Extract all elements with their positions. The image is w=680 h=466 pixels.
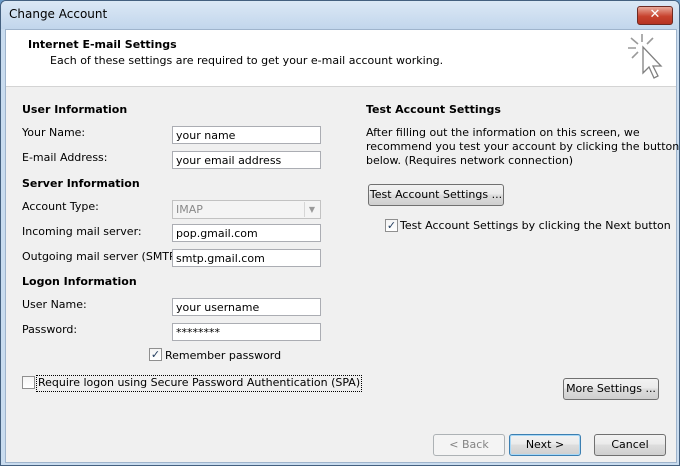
user-name-label: User Name:	[22, 298, 87, 311]
more-settings-button[interactable]: More Settings ...	[563, 378, 659, 400]
close-button[interactable]: ✕	[637, 6, 673, 25]
user-info-heading: User Information	[22, 103, 128, 116]
password-input[interactable]: ********	[172, 323, 321, 341]
email-address-label: E-mail Address:	[22, 151, 108, 164]
email-address-input[interactable]: your email address	[172, 151, 321, 169]
cursor-click-icon	[628, 34, 663, 79]
cancel-button[interactable]: Cancel	[594, 434, 666, 456]
window-title: Change Account	[9, 7, 108, 21]
change-account-window: Change Account ✕ Internet E-mail Setting…	[0, 0, 680, 466]
server-info-heading: Server Information	[22, 177, 140, 190]
test-settings-heading: Test Account Settings	[366, 103, 501, 116]
password-label: Password:	[22, 323, 78, 336]
header-subtitle: Each of these settings are required to g…	[50, 54, 444, 67]
account-type-label: Account Type:	[22, 200, 99, 213]
incoming-server-input[interactable]: pop.gmail.com	[172, 224, 321, 242]
test-account-settings-button[interactable]: Test Account Settings ...	[368, 184, 504, 206]
dialog-client-area: Internet E-mail Settings Each of these s…	[5, 29, 680, 463]
test-description-line-3: below. (Requires network connection)	[366, 154, 574, 167]
outgoing-server-label: Outgoing mail server (SMTP):	[22, 250, 184, 263]
spa-checkbox[interactable]	[22, 376, 35, 389]
test-description-line-1: After filling out the information on thi…	[366, 126, 640, 139]
back-button[interactable]: < Back	[433, 434, 505, 456]
test-on-next-label: Test Account Settings by clicking the Ne…	[400, 219, 671, 232]
your-name-input[interactable]: your name	[172, 126, 321, 144]
chevron-down-icon: ▼	[304, 202, 319, 217]
user-name-input[interactable]: your username	[172, 298, 321, 316]
account-type-select: IMAP ▼	[172, 200, 321, 219]
test-description-line-2: recommend you test your account by click…	[366, 140, 680, 153]
spa-label: Require logon using Secure Password Auth…	[36, 375, 363, 392]
title-bar: Change Account ✕	[1, 1, 679, 29]
incoming-server-label: Incoming mail server:	[22, 225, 142, 238]
logon-info-heading: Logon Information	[22, 275, 137, 288]
dialog-header: Internet E-mail Settings Each of these s…	[6, 30, 676, 87]
next-button[interactable]: Next >	[509, 434, 581, 456]
remember-password-label: Remember password	[165, 349, 282, 362]
remember-password-checkbox[interactable]: ✓	[149, 348, 162, 361]
outgoing-server-input[interactable]: smtp.gmail.com	[172, 249, 321, 267]
your-name-label: Your Name:	[22, 126, 86, 139]
account-type-value: IMAP	[176, 203, 203, 216]
test-on-next-checkbox[interactable]: ✓	[385, 219, 398, 232]
header-title: Internet E-mail Settings	[28, 38, 177, 51]
